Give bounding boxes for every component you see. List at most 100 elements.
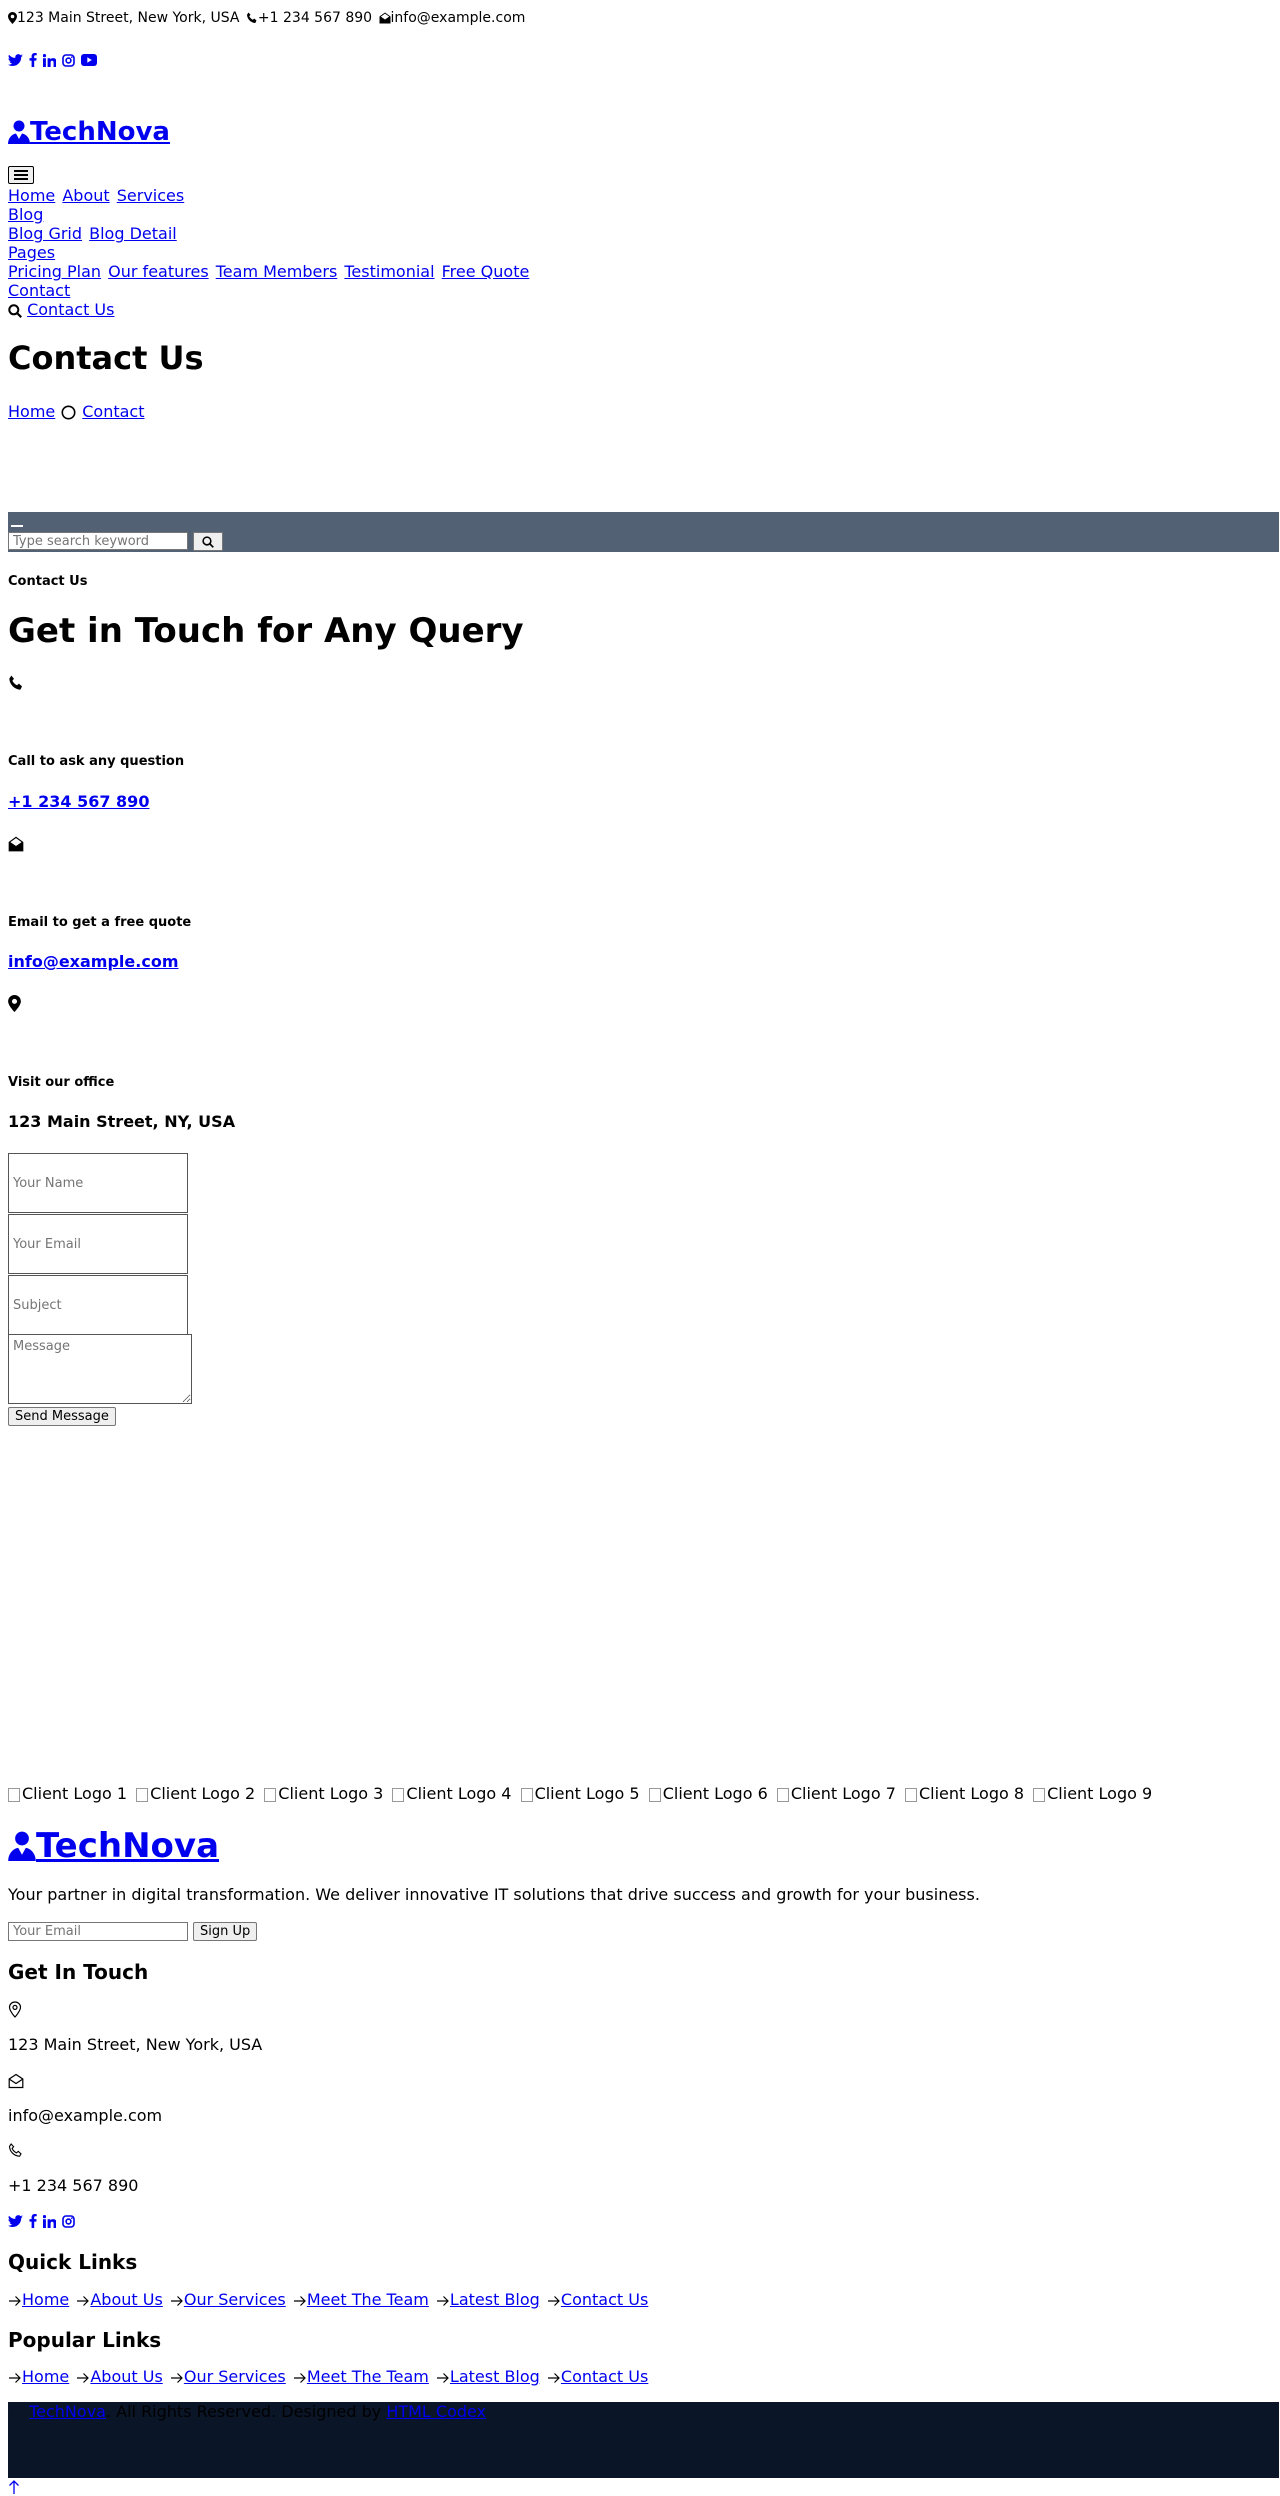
designer-link[interactable]: HTML Codex (386, 2402, 486, 2421)
search-submit-button[interactable] (193, 532, 223, 551)
call-value: +1 234 567 890 (8, 792, 149, 812)
section-subtitle: Contact Us (8, 574, 88, 589)
call-link[interactable]: +1 234 567 890 (8, 792, 149, 811)
quick-link-team[interactable]: Meet The Team (307, 2290, 429, 2309)
popular-link-home[interactable]: Home (22, 2367, 69, 2386)
broken-image-icon (1033, 1787, 1046, 1802)
map-marker-icon (8, 12, 17, 24)
footer-twitter-link[interactable] (8, 2214, 23, 2228)
topbar-email: info@example.com (390, 10, 526, 26)
nav-contact[interactable]: Contact (8, 281, 70, 300)
brand-link[interactable]: TechNova (8, 115, 170, 149)
popular-link-item: About Us (76, 2367, 163, 2386)
popular-link-item: Latest Blog (436, 2367, 540, 2386)
nav-team-members[interactable]: Team Members (216, 262, 338, 281)
nav-services[interactable]: Services (117, 186, 184, 205)
quick-link-item: Home (8, 2290, 69, 2309)
copyright-brand-link[interactable]: TechNova (29, 2402, 106, 2421)
nav-home[interactable]: Home (8, 186, 55, 205)
footer-facebook-link[interactable] (29, 2214, 37, 2228)
popular-link-about[interactable]: About Us (90, 2367, 162, 2386)
client-logo: Client Logo 6 (648, 1784, 768, 1803)
email-field[interactable] (8, 1214, 188, 1274)
telephone-icon (8, 2143, 22, 2157)
client-logo: Client Logo 3 (264, 1784, 383, 1803)
arrow-right-icon (9, 2372, 21, 2383)
footer-brand: TechNova (8, 1825, 219, 1871)
nav-row-5: Pricing Plan Our features Team Members T… (8, 262, 531, 281)
quick-link-blog[interactable]: Latest Blog (450, 2290, 540, 2309)
brand: TechNova (8, 115, 170, 153)
nav-blog-dropdown[interactable]: Blog (8, 205, 43, 224)
email-link[interactable]: info@example.com (8, 952, 178, 971)
user-tie-icon (8, 1831, 36, 1861)
facebook-icon (29, 53, 37, 67)
linkedin-icon (43, 53, 56, 67)
youtube-link[interactable] (81, 54, 97, 66)
nav-about[interactable]: About (62, 186, 109, 205)
footer-linkedin-link[interactable] (43, 2214, 56, 2228)
client-logo: Client Logo 5 (520, 1784, 640, 1803)
footer-instagram-link[interactable] (62, 2214, 75, 2228)
geo-alt-icon (8, 2001, 22, 2018)
get-in-touch-heading: Get In Touch (8, 1960, 149, 1984)
client-logo-alt: Client Logo 7 (790, 1784, 896, 1803)
quick-links: Home About Us Our Services Meet The Team… (8, 2290, 650, 2310)
linkedin-link[interactable] (43, 53, 56, 67)
popular-link-services[interactable]: Our Services (184, 2367, 286, 2386)
footer-brand-link[interactable]: TechNova (8, 1825, 219, 1867)
instagram-icon (62, 2214, 75, 2228)
quick-link-home[interactable]: Home (22, 2290, 69, 2309)
breadcrumb-home[interactable]: Home (8, 402, 55, 422)
breadcrumb-contact[interactable]: Contact (82, 402, 144, 422)
newsletter-email-input[interactable] (8, 1922, 188, 1941)
back-to-top-button[interactable] (8, 2476, 20, 2496)
navbar-toggler-button[interactable] (8, 166, 34, 184)
footer-phone: +1 234 567 890 (8, 2176, 139, 2195)
call-label: Call to ask any question (8, 754, 185, 769)
phone-icon (246, 12, 257, 23)
envelope-open-icon (379, 12, 391, 24)
quick-link-services[interactable]: Our Services (184, 2290, 286, 2309)
name-field[interactable] (8, 1153, 188, 1213)
popular-link-team[interactable]: Meet The Team (307, 2367, 429, 2386)
popular-link-contact[interactable]: Contact Us (561, 2367, 648, 2386)
search-input[interactable] (8, 532, 188, 550)
nav-our-features[interactable]: Our features (108, 262, 209, 281)
arrow-right-icon (293, 2372, 306, 2383)
twitter-link[interactable] (8, 53, 23, 67)
quick-link-contact[interactable]: Contact Us (561, 2290, 648, 2309)
quick-link-about[interactable]: About Us (90, 2290, 162, 2309)
nav-free-quote[interactable]: Free Quote (442, 262, 530, 281)
popular-link-blog[interactable]: Latest Blog (450, 2367, 540, 2386)
footer-email-icon-wrap (8, 2070, 24, 2089)
nav-contact-us-button[interactable]: Contact Us (27, 300, 114, 319)
envelope-open-icon (8, 836, 24, 851)
nav-pricing-plan[interactable]: Pricing Plan (8, 262, 101, 281)
nav-blog-detail[interactable]: Blog Detail (89, 224, 177, 243)
close-icon[interactable] (11, 525, 23, 527)
arrow-right-icon (547, 2372, 560, 2383)
arrow-right-icon (436, 2372, 449, 2383)
subject-field[interactable] (8, 1275, 188, 1335)
client-logo: Client Logo 7 (776, 1784, 896, 1803)
popular-link-item: Meet The Team (293, 2367, 429, 2386)
client-logo-alt: Client Logo 8 (918, 1784, 1025, 1803)
email-label: Email to get a free quote (8, 915, 192, 930)
footer-address: 123 Main Street, New York, USA (8, 2035, 263, 2054)
broken-image-icon (8, 1787, 20, 1802)
nav-blog-grid[interactable]: Blog Grid (8, 224, 82, 243)
arrow-right-icon (77, 2372, 90, 2383)
twitter-icon (8, 2214, 23, 2227)
phone-icon (9, 675, 22, 690)
send-message-button[interactable]: Send Message (8, 1407, 116, 1426)
nav-pages-dropdown[interactable]: Pages (8, 243, 55, 262)
client-logo: Client Logo 2 (136, 1784, 255, 1803)
facebook-link[interactable] (29, 53, 37, 67)
map-marker-icon (8, 995, 21, 1012)
message-field[interactable] (8, 1334, 192, 1404)
nav-testimonial[interactable]: Testimonial (344, 262, 434, 281)
newsletter-signup-button[interactable]: Sign Up (193, 1922, 258, 1941)
search-icon[interactable] (8, 303, 22, 318)
instagram-link[interactable] (62, 53, 75, 67)
